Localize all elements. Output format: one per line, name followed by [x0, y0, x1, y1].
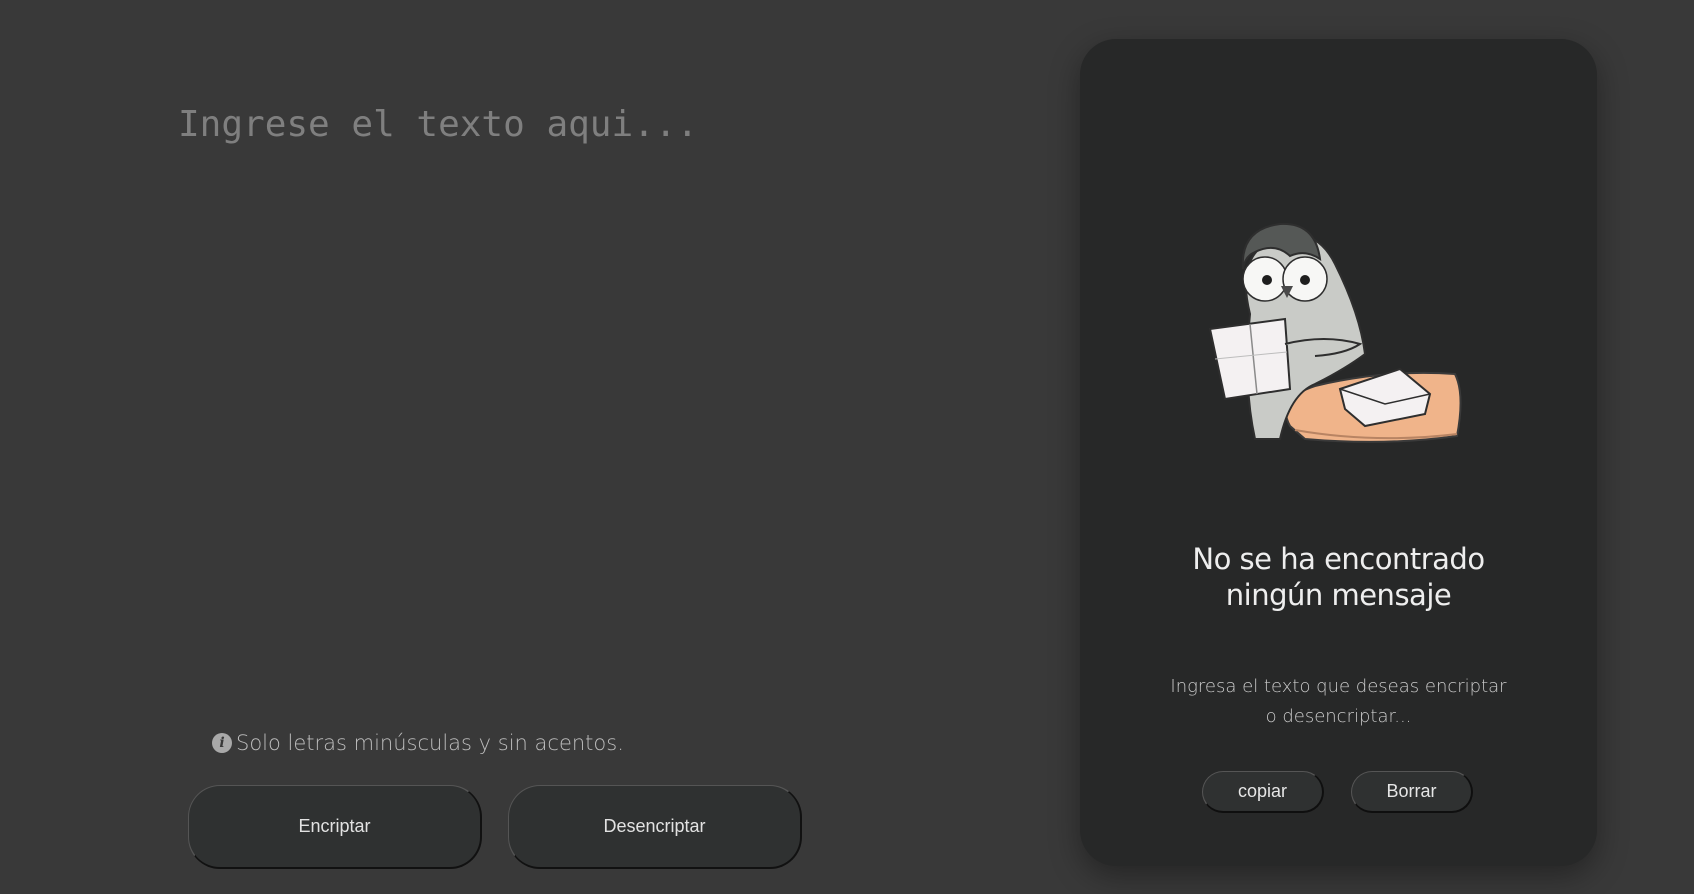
clear-button[interactable]: Borrar — [1351, 771, 1473, 813]
page: i Solo letras minúsculas y sin acentos. … — [0, 0, 1694, 894]
hint-text: Solo letras minúsculas y sin acentos. — [236, 731, 624, 755]
hint-row: i Solo letras minúsculas y sin acentos. — [212, 731, 624, 755]
penguin-illustration — [1208, 222, 1462, 443]
empty-state-subtitle: Ingresa el texto que deseas encriptar o … — [1170, 676, 1507, 727]
text-input[interactable] — [178, 102, 998, 702]
output-card: No se ha encontrado ningún mensaje Ingre… — [1080, 39, 1597, 866]
info-icon: i — [212, 733, 232, 753]
decrypt-button[interactable]: Desencriptar — [508, 785, 802, 869]
encrypt-button[interactable]: Encriptar — [188, 785, 482, 869]
copy-button[interactable]: copiar — [1202, 771, 1324, 813]
empty-state-title: No se ha encontrado ningún mensaje — [1192, 542, 1485, 612]
